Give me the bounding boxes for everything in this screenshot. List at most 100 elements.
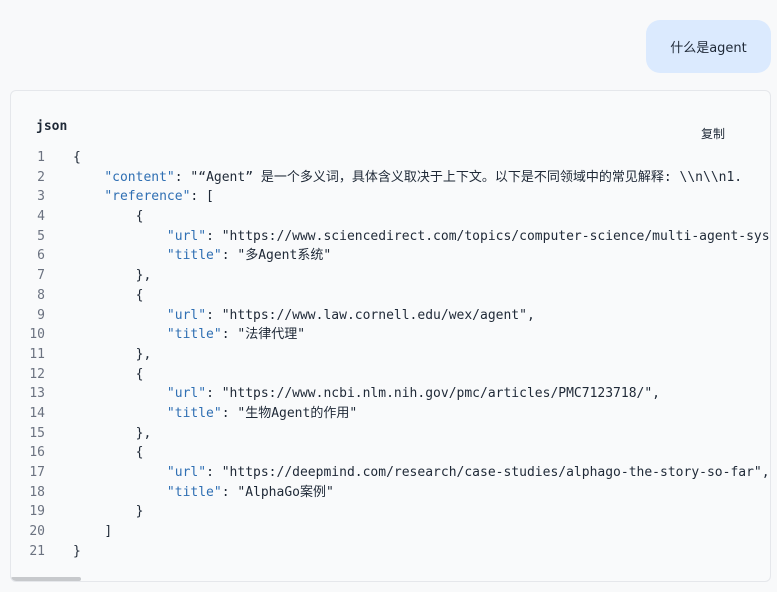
code-line: 11 }, (11, 345, 770, 365)
json-string: "“Agent” 是一个多义词，具体含义取决于上下文。以下是不同领域中的常见解释… (190, 169, 750, 185)
code-body: 1{2 "content": "“Agent” 是一个多义词，具体含义取决于上下… (11, 148, 771, 562)
json-punctuation: : [ (190, 189, 214, 205)
code-line: 19 } (11, 502, 770, 522)
json-key: "title" (166, 248, 222, 264)
code-line: 18 "title": "AlphaGo案例" (11, 483, 770, 503)
code-line-content: } (73, 542, 81, 562)
json-punctuation: : (221, 484, 238, 500)
json-string: "https://www.sciencedirect.com/topics/co… (221, 228, 771, 244)
line-number: 9 (37, 307, 45, 323)
line-number: 16 (29, 445, 45, 461)
code-language-label: json (36, 119, 68, 134)
line-number: 13 (29, 386, 45, 402)
code-line-content: "content": "“Agent” 是一个多义词，具体含义取决于上下文。以下… (73, 168, 750, 188)
json-key: "title" (166, 327, 222, 343)
line-number: 18 (29, 484, 45, 500)
code-line-content: }, (73, 424, 152, 444)
code-line: 21} (11, 542, 770, 562)
line-number: 11 (29, 346, 45, 362)
code-block: json 复制 1{2 "content": "“Agent” 是一个多义词，具… (10, 90, 771, 582)
code-line-content: }, (73, 266, 152, 286)
user-message-bubble: 什么是agent (646, 20, 771, 73)
code-line: 5 "url": "https://www.sciencedirect.com/… (11, 227, 771, 247)
json-key: "url" (166, 307, 207, 323)
code-line-content: ] (73, 522, 112, 542)
line-number: 19 (29, 504, 45, 520)
json-string: "法律代理" (237, 327, 306, 343)
json-punctuation: { (135, 209, 144, 225)
code-line: 10 "title": "法律代理" (11, 325, 770, 345)
json-punctuation: }, (135, 268, 152, 284)
code-line: 12 { (11, 365, 770, 385)
json-punctuation: { (73, 150, 81, 165)
code-line-content: { (73, 443, 144, 463)
code-line-content: "title": "生物Agent的作用" (73, 404, 357, 424)
line-number: 10 (29, 327, 45, 343)
horizontal-scrollbar[interactable] (11, 577, 81, 581)
code-line-content: { (73, 286, 144, 306)
code-line-content: "title": "法律代理" (73, 325, 305, 345)
json-punctuation: : (206, 228, 222, 244)
line-number: 7 (37, 268, 45, 284)
json-punctuation: }, (135, 346, 152, 362)
json-key: "url" (166, 386, 207, 402)
json-punctuation: { (135, 287, 144, 303)
line-number: 1 (37, 150, 45, 165)
line-number: 14 (29, 405, 45, 421)
json-punctuation: : (221, 248, 238, 264)
json-punctuation: } (135, 504, 144, 520)
code-line: 13 "url": "https://www.ncbi.nlm.nih.gov/… (11, 384, 770, 404)
code-line: 7 }, (11, 266, 770, 286)
code-line: 17 "url": "https://deepmind.com/research… (11, 463, 770, 483)
user-message-text: 什么是agent (670, 41, 747, 56)
code-line-content: "url": "https://www.law.cornell.edu/wex/… (73, 306, 535, 326)
json-key: "title" (166, 484, 222, 500)
json-key: "title" (166, 405, 222, 421)
code-line-content: "reference": [ (73, 187, 214, 207)
code-line-content: { (73, 207, 144, 227)
code-line: 4 { (11, 207, 770, 227)
line-number: 5 (37, 228, 45, 244)
line-number: 15 (29, 425, 45, 441)
code-line: 9 "url": "https://www.law.cornell.edu/we… (11, 306, 770, 326)
code-line: 15 }, (11, 424, 770, 444)
code-line-content: } (73, 502, 144, 522)
json-punctuation: { (135, 445, 144, 461)
json-punctuation: }, (135, 425, 152, 441)
code-line: 14 "title": "生物Agent的作用" (11, 404, 770, 424)
code-line-content: }, (73, 345, 152, 365)
code-line: 1{ (11, 148, 770, 168)
json-key: "reference" (104, 189, 191, 205)
json-punctuation: { (135, 366, 144, 382)
line-number: 8 (37, 287, 45, 303)
line-number: 4 (37, 209, 45, 225)
json-punctuation: : (221, 327, 238, 343)
line-number: 21 (29, 543, 45, 559)
line-number: 6 (37, 248, 45, 264)
code-line: 6 "title": "多Agent系统" (11, 246, 770, 266)
json-punctuation: : (206, 465, 222, 480)
copy-button[interactable]: 复制 (701, 125, 725, 142)
code-line: 2 "content": "“Agent” 是一个多义词，具体含义取决于上下文。… (11, 168, 770, 188)
json-string: "生物Agent的作用" (237, 405, 358, 421)
code-line-content: "url": "https://www.ncbi.nlm.nih.gov/pmc… (73, 384, 660, 404)
line-number: 12 (29, 366, 45, 382)
json-string: "多Agent系统" (237, 248, 332, 264)
json-key: "url" (166, 465, 207, 480)
json-punctuation: ] (104, 524, 113, 540)
json-string: "AlphaGo案例" (237, 484, 334, 500)
line-number: 17 (29, 465, 45, 480)
code-line: 3 "reference": [ (11, 187, 770, 207)
line-number: 2 (37, 169, 45, 185)
code-line: 20 ] (11, 522, 770, 542)
json-string: "https://www.ncbi.nlm.nih.gov/pmc/articl… (221, 386, 661, 402)
json-punctuation: } (73, 543, 81, 559)
json-punctuation: : (206, 386, 222, 402)
code-line: 16 { (11, 443, 770, 463)
json-key: "url" (166, 228, 207, 244)
json-string: "https://deepmind.com/research/case-stud… (221, 465, 770, 480)
json-string: "https://www.law.cornell.edu/wex/agent", (221, 307, 535, 323)
code-line-content: "url": "https://deepmind.com/research/ca… (73, 463, 770, 483)
code-line-content: "title": "AlphaGo案例" (73, 483, 334, 503)
code-line-content: "title": "多Agent系统" (73, 246, 331, 266)
